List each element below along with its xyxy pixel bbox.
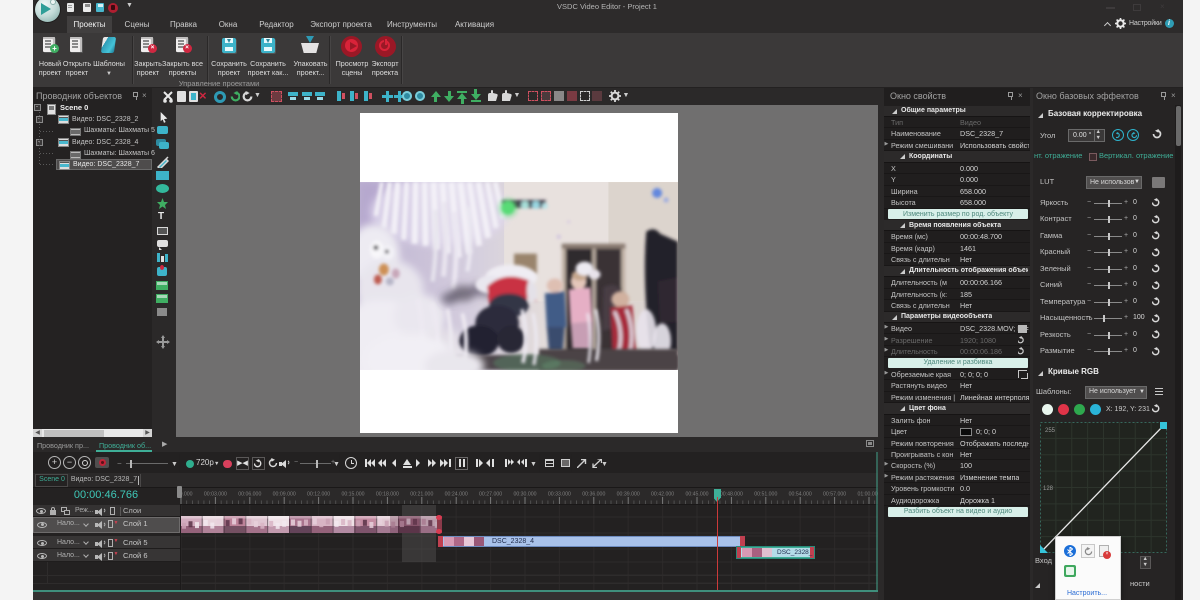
svg-text:00:12.000: 00:12.000	[307, 492, 330, 498]
svg-text:00:45.000: 00:45.000	[685, 492, 708, 498]
svg-text:255: 255	[1045, 428, 1056, 434]
svg-text:00:06.000: 00:06.000	[238, 492, 261, 498]
svg-text:00:21.000: 00:21.000	[410, 492, 433, 498]
svg-text:00:51.000: 00:51.000	[754, 492, 777, 498]
svg-text:00:54.000: 00:54.000	[789, 492, 812, 498]
svg-text:00:03.000: 00:03.000	[204, 492, 227, 498]
svg-text:00:36.000: 00:36.000	[582, 492, 605, 498]
svg-text:00:27.000: 00:27.000	[479, 492, 502, 498]
svg-text:00:33.000: 00:33.000	[548, 492, 571, 498]
svg-text:00:24.000: 00:24.000	[445, 492, 468, 498]
svg-text:00:09.000: 00:09.000	[273, 492, 296, 498]
svg-text:00:30.000: 00:30.000	[513, 492, 536, 498]
svg-text:00:57.000: 00:57.000	[823, 492, 846, 498]
svg-text:00:15.000: 00:15.000	[341, 492, 364, 498]
svg-text:00:39.000: 00:39.000	[617, 492, 640, 498]
svg-text:00:48.000: 00:48.000	[720, 492, 743, 498]
svg-text:00:18.000: 00:18.000	[376, 492, 399, 498]
svg-text:128: 128	[1043, 486, 1054, 492]
svg-text:00:42.000: 00:42.000	[651, 492, 674, 498]
svg-text:01:00.000: 01:00.000	[857, 492, 878, 498]
